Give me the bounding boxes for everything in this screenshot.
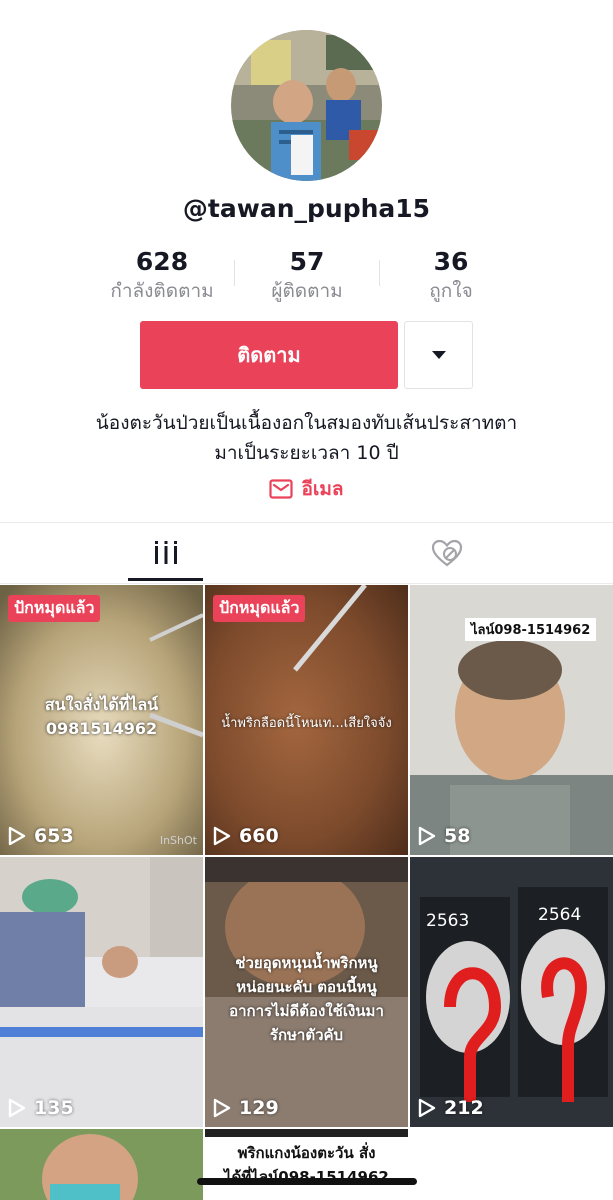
pinned-badge: ปักหมุดแล้ว	[8, 595, 101, 622]
followers-count: 57	[289, 247, 325, 276]
play-icon	[213, 1098, 231, 1118]
view-count-value: 129	[239, 1097, 279, 1119]
following-label: กำลังติดตาม	[110, 280, 214, 302]
mail-icon	[269, 479, 294, 499]
scan-year-label: 2564	[538, 905, 582, 925]
video-tile[interactable]: พริกแกงน้องตะวัน สั่ง ได้ที่ไลน์098-1514…	[205, 1129, 408, 1200]
video-overlay-text: น้ำพริกลือดนี้โหนเท...เสียใจจัง	[221, 716, 392, 731]
videos-grid-icon	[155, 541, 177, 564]
video-tile[interactable]: ช่วยอุดหนุนน้ำพริกหนู หน่อยนะคับ ตอนนี้ห…	[205, 857, 408, 1127]
video-overlay-text: ช่วยอุดหนุนน้ำพริกหนู	[235, 954, 378, 972]
view-count: 660	[213, 825, 279, 847]
view-count-value: 135	[34, 1097, 74, 1119]
video-overlay-text: อาการไม่ดีต้องใช้เงินมา	[229, 1002, 384, 1020]
view-count-value: 58	[444, 825, 471, 847]
video-tile[interactable]	[0, 1129, 203, 1200]
view-count-value: 212	[444, 1097, 484, 1119]
watermark: InShOt	[159, 834, 197, 847]
suggested-accounts-button[interactable]	[404, 321, 473, 389]
bio-line: น้องตะวันป่วยเป็นเนื้องอกในสมองทับเส้นปร…	[95, 412, 518, 434]
stat-followers[interactable]: 57 ผู้ติดตาม	[237, 246, 377, 304]
video-tile[interactable]: ปักหมุดแล้ว น้ำพริกลือดนี้โหนเท...เสียใจ…	[205, 585, 408, 855]
tab-liked[interactable]	[294, 523, 600, 583]
stat-divider	[379, 260, 380, 286]
view-count-value: 660	[239, 825, 279, 847]
scan-year-label: 2563	[426, 911, 470, 931]
likes-label: ถูกใจ	[429, 280, 473, 302]
video-overlay-text: หน่อยนะคับ ตอนนี้หนู	[236, 978, 377, 996]
stat-likes[interactable]: 36 ถูกใจ	[381, 246, 521, 304]
video-caption: พริกแกงน้องตะวัน สั่ง	[237, 1144, 376, 1162]
caret-down-icon	[431, 351, 446, 359]
tile-top-bar	[205, 1129, 408, 1137]
video-tile[interactable]: 2563 2564 212	[410, 857, 613, 1127]
profile-avatar[interactable]	[231, 30, 382, 181]
video-overlay-text: 0981514962	[45, 719, 158, 738]
stat-following[interactable]: 628 กำลังติดตาม	[92, 246, 232, 304]
view-count: 135	[8, 1097, 74, 1119]
tab-videos[interactable]	[13, 523, 319, 583]
view-count: 129	[213, 1097, 279, 1119]
view-count: 212	[418, 1097, 484, 1119]
view-count-value: 653	[34, 825, 74, 847]
play-icon	[8, 1098, 26, 1118]
username: @tawan_pupha15	[182, 194, 431, 223]
home-indicator	[197, 1178, 417, 1185]
email-label: อีเมล	[301, 478, 344, 500]
likes-count: 36	[433, 247, 469, 276]
following-count: 628	[135, 247, 189, 276]
video-overlay-text: รักษาตัวคับ	[269, 1026, 344, 1044]
stat-divider	[234, 260, 235, 286]
divider	[0, 583, 613, 584]
followers-label: ผู้ติดตาม	[271, 280, 343, 302]
bio-line: มาเป็นระยะเวลา 10 ปี	[214, 442, 399, 464]
profile-bio: น้องตะวันป่วยเป็นเนื้องอกในสมองทับเส้นปร…	[0, 408, 613, 468]
play-icon	[418, 826, 436, 846]
play-icon	[418, 1098, 436, 1118]
email-link[interactable]: อีเมล	[0, 474, 613, 504]
play-icon	[213, 826, 231, 846]
play-icon	[8, 826, 26, 846]
video-overlay-text: สนใจสั่งได้ที่ไลน์	[44, 695, 159, 714]
pinned-badge: ปักหมุดแล้ว	[213, 595, 306, 622]
video-label: ไลน์098-1514962	[465, 618, 597, 641]
liked-hidden-icon	[431, 539, 463, 567]
profile-stats: 628 กำลังติดตาม 57 ผู้ติดตาม 36 ถูกใจ	[0, 246, 613, 306]
active-tab-indicator	[128, 578, 203, 581]
video-tile[interactable]: ไลน์098-1514962 58	[410, 585, 613, 855]
video-caption: ได้ที่ไลน์098-1514962	[224, 1168, 389, 1186]
video-tile[interactable]: 135	[0, 857, 203, 1127]
view-count: 653	[8, 825, 74, 847]
video-tile[interactable]: ปักหมุดแล้ว สนใจสั่งได้ที่ไลน์ 098151496…	[0, 585, 203, 855]
follow-button[interactable]: ติดตาม	[140, 321, 398, 389]
view-count: 58	[418, 825, 470, 847]
